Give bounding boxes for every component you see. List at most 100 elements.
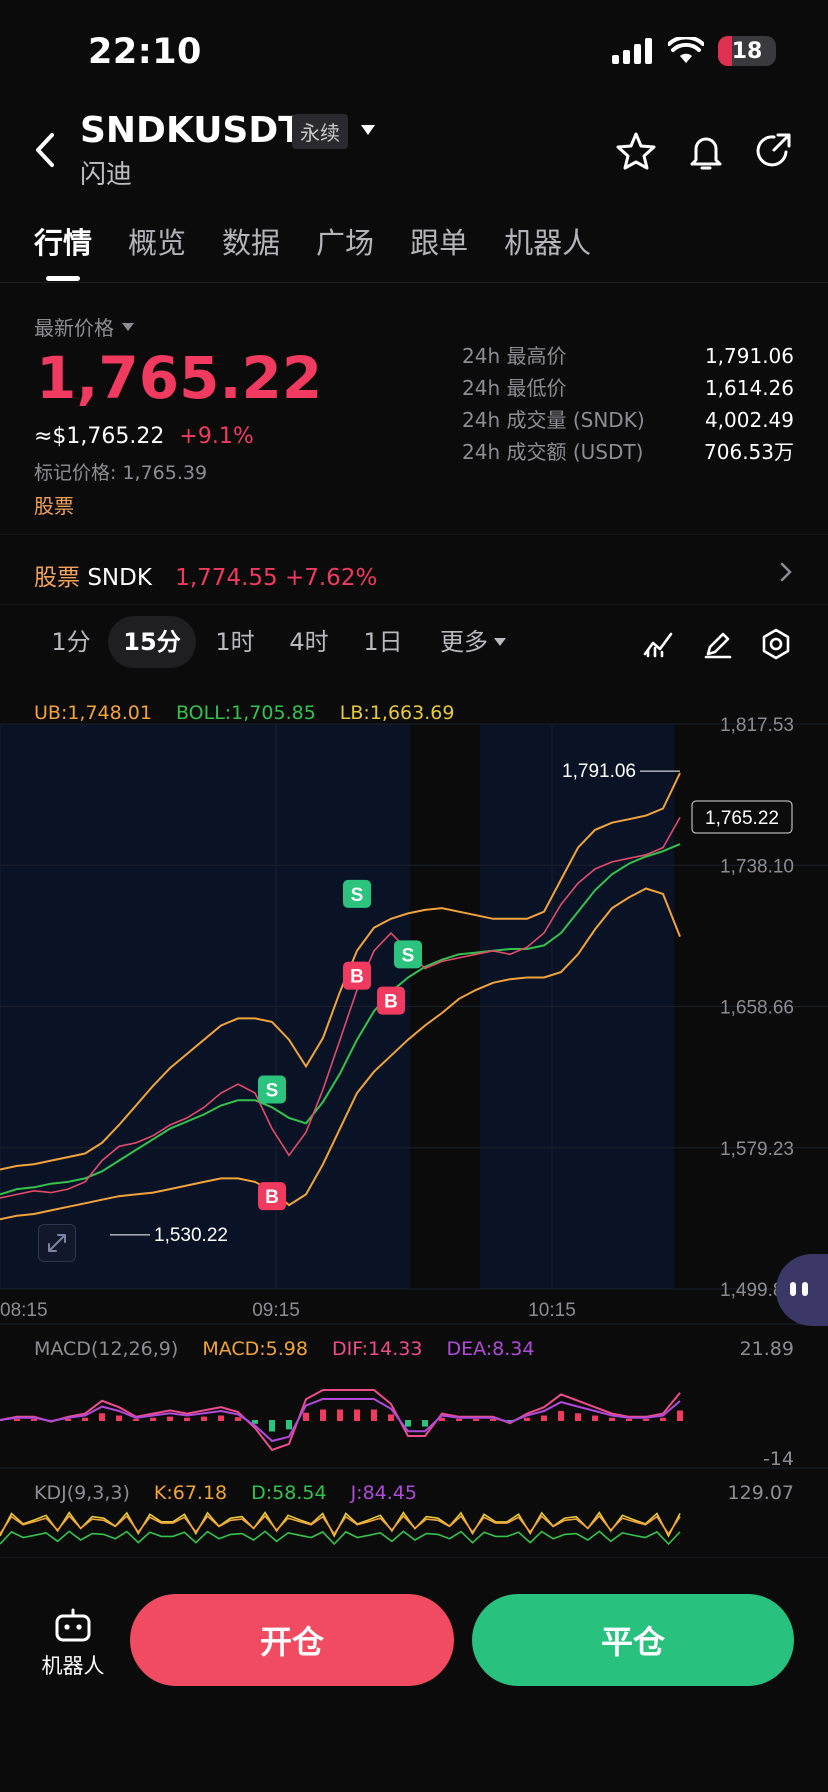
price-type-label: 最新价格 (34, 316, 114, 340)
timeframe-15m[interactable]: 15分 (108, 616, 196, 668)
timeframe-1h[interactable]: 1时 (202, 616, 268, 668)
stat-value: 706.53万 (704, 440, 794, 464)
tab-market[interactable]: 行情 (34, 220, 92, 262)
status-time: 22:10 (88, 32, 202, 72)
kdj-d: D:58.54 (251, 1482, 327, 1504)
macd-histogram-bar (269, 1420, 275, 1432)
kdj-k: K:67.18 (153, 1482, 228, 1504)
cellular-signal-icon (612, 38, 652, 64)
perpetual-badge: 永续 (292, 114, 348, 149)
macd-histogram-bar (167, 1416, 173, 1421)
macd-histogram-bar (354, 1409, 360, 1421)
stock-tag[interactable]: 股票 (34, 490, 74, 519)
signal-label-s: S (351, 885, 364, 906)
draw-tool-icon[interactable] (702, 628, 734, 660)
tab-copy-trading[interactable]: 跟单 (410, 220, 468, 262)
symbol-dropdown-icon[interactable] (360, 124, 376, 136)
stat-volume: 24h 成交量 (SNDK) 4,002.49 (462, 404, 794, 436)
x-tick-label: 09:15 (252, 1300, 300, 1321)
battery-indicator: 18 (718, 36, 776, 66)
macd-histogram-bar (303, 1412, 309, 1421)
kline-chart[interactable]: S B S B S B 1,817.53 1,738.10 1,658.66 1,579.23 1… (0, 692, 828, 1562)
mark-price-value: 1,765.39 (122, 462, 208, 484)
usd-price: ≈$1,765.22 (34, 424, 165, 449)
kdj-d-line (0, 1530, 681, 1546)
stock-row-tag: 股票 (34, 565, 80, 591)
macd-histogram-bar (592, 1415, 598, 1421)
price-type-selector[interactable]: 最新价格 (34, 312, 134, 341)
timeframe-1d[interactable]: 1日 (350, 616, 416, 668)
favorite-star-icon[interactable] (616, 132, 656, 170)
tab-data[interactable]: 数据 (222, 220, 280, 262)
stat-value: 1,791.06 (704, 344, 794, 368)
symbol-title[interactable]: SNDKUSDT (80, 110, 303, 151)
macd-histogram-bar (643, 1418, 649, 1421)
stat-label: 24h 最高价 (462, 344, 567, 368)
signal-label-b: B (384, 992, 398, 1013)
y-tick-label: 1,817.53 (720, 715, 794, 736)
tabs-divider (0, 282, 828, 283)
symbol-subtitle: 闪迪 (80, 160, 133, 190)
signal-label-b: B (350, 967, 364, 988)
macd-histogram-bar (541, 1415, 547, 1421)
macd-histogram-bar (218, 1415, 224, 1421)
macd-histogram-bar (456, 1418, 462, 1421)
share-icon[interactable] (756, 132, 792, 170)
macd-histogram-bar (184, 1417, 190, 1421)
stock-link-row[interactable]: 股票 SNDK 1,774.55 +7.62% (0, 540, 828, 600)
tab-overview[interactable]: 概览 (128, 220, 186, 262)
price-change: +9.1% (179, 424, 254, 449)
stat-value: 1,614.26 (704, 376, 794, 400)
kline-chart-svg[interactable]: S B S B S B 1,817.53 1,738.10 1,658.66 1,579.23 1… (0, 692, 828, 1562)
macd-histogram-bar (558, 1411, 564, 1421)
tab-square[interactable]: 广场 (316, 220, 374, 262)
macd-axis-bottom: -14 (762, 1448, 794, 1470)
tab-bots[interactable]: 机器人 (504, 220, 591, 262)
battery-level: 18 (731, 38, 763, 64)
stat-label: 24h 成交量 (SNDK) (462, 408, 645, 432)
macd-title: MACD(12,26,9) (34, 1338, 179, 1360)
y-tick-label: 1,579.23 (720, 1139, 794, 1160)
fullscreen-button[interactable] (38, 1224, 76, 1262)
macd-histogram-bar (116, 1415, 122, 1421)
boll-lb: LB:1,663.69 (339, 702, 455, 724)
active-tab-indicator (46, 276, 80, 281)
stock-divider-top (0, 534, 828, 535)
chart-settings-icon[interactable] (760, 628, 792, 660)
current-price-label: 1,765.22 (705, 808, 779, 829)
indicators-icon[interactable] (642, 628, 674, 660)
low-marker-label: 1,530.22 (154, 1225, 228, 1246)
stat-low: 24h 最低价 1,614.26 (462, 372, 794, 404)
kdj-axis-top: 129.07 (727, 1482, 794, 1504)
stats-panel: 24h 最高价 1,791.06 24h 最低价 1,614.26 24h 成交量 … (462, 340, 794, 468)
timeframe-4h[interactable]: 4时 (276, 616, 342, 668)
more-dropdown-icon (494, 638, 506, 646)
macd-histogram-bar (235, 1417, 241, 1421)
mark-price-row: 标记价格: 1,765.39 (34, 458, 207, 485)
robot-button[interactable]: 机器人 (38, 1608, 108, 1680)
signal-label-s: S (266, 1080, 279, 1101)
assistant-icon (790, 1282, 808, 1296)
macd-histogram-bar (133, 1418, 139, 1421)
macd-histogram-bar (14, 1418, 20, 1421)
macd-histogram-bar (320, 1409, 326, 1421)
timeframe-bar: 1分 15分 1时 4时 1日 更多 (0, 616, 828, 676)
x-tick-label: 08:15 (0, 1300, 48, 1321)
price-type-dropdown-icon (122, 322, 134, 331)
open-position-button[interactable]: 开仓 (130, 1594, 454, 1686)
bottom-action-bar: 机器人 开仓 平仓 (0, 1558, 828, 1792)
back-icon[interactable] (34, 132, 56, 168)
macd-value: MACD:5.98 (202, 1338, 308, 1360)
timeframe-1m[interactable]: 1分 (38, 616, 104, 668)
last-price: 1,765.22 (36, 344, 323, 412)
main-tabs: 行情 概览 数据 广场 跟单 机器人 (34, 220, 591, 262)
stock-row-symbol: SNDK (87, 565, 152, 591)
close-position-button[interactable]: 平仓 (472, 1594, 794, 1686)
macd-histogram-bar (388, 1414, 394, 1421)
macd-dea: DEA:8.34 (446, 1338, 535, 1360)
alert-bell-icon[interactable] (688, 132, 724, 172)
macd-histogram-bar (626, 1418, 632, 1421)
timeframe-more[interactable]: 更多 (430, 616, 516, 668)
macd-histogram-bar (337, 1409, 343, 1421)
floating-assistant-button[interactable] (776, 1254, 828, 1326)
